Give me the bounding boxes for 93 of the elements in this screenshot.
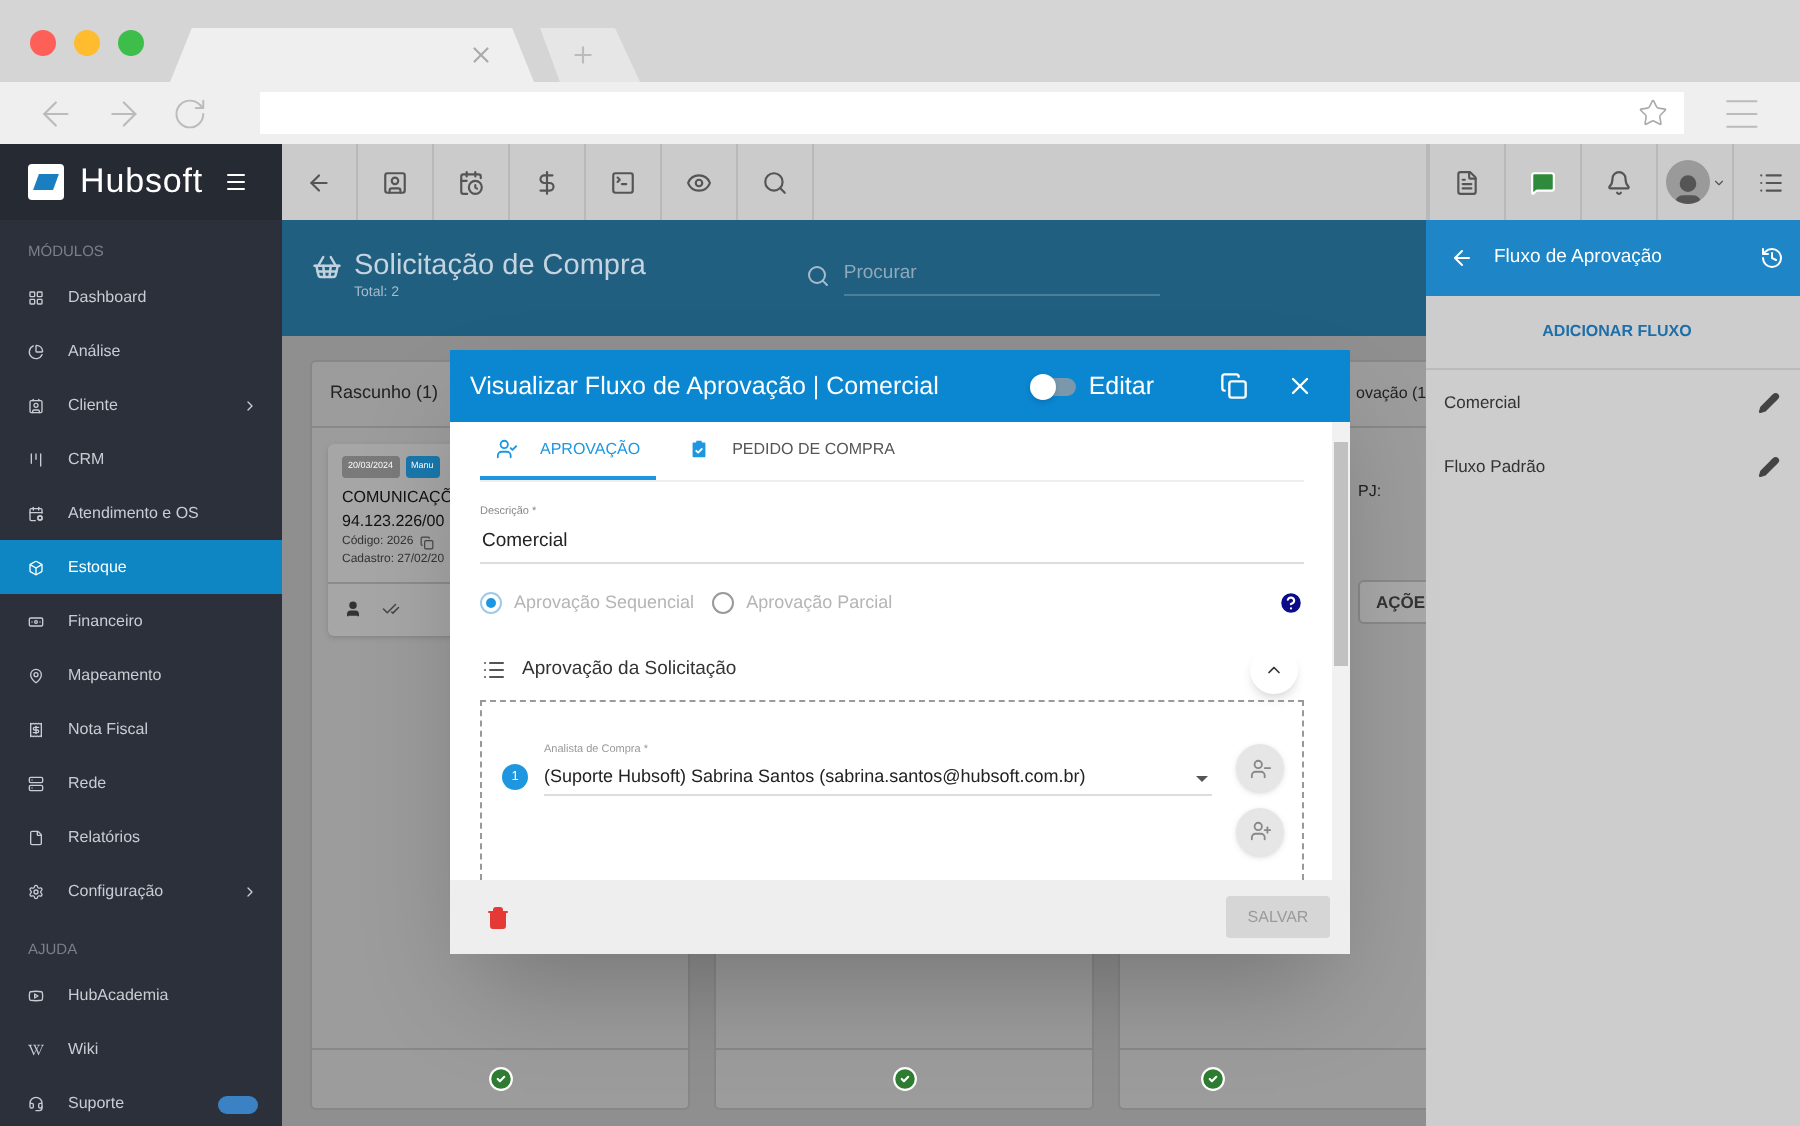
sidebar-item[interactable]: CRM	[0, 432, 282, 487]
check-circle-icon	[891, 1066, 917, 1092]
user-check-icon	[496, 438, 518, 460]
radio-label: Aprovação Parcial	[746, 589, 893, 616]
user-minus-icon	[1249, 757, 1271, 780]
sidebar-item[interactable]: Mapeamento	[0, 648, 282, 703]
contact-card-icon	[28, 397, 44, 414]
sidebar-item[interactable]: Dashboard	[0, 270, 282, 325]
bell-icon	[1606, 169, 1632, 195]
receipt-icon	[28, 721, 44, 738]
user-icon[interactable]	[344, 600, 362, 619]
user-plus-icon	[1249, 820, 1271, 843]
help-icon[interactable]	[1278, 589, 1304, 616]
close-icon[interactable]	[468, 42, 494, 68]
video-icon	[28, 988, 44, 1004]
dollar-icon	[534, 169, 560, 195]
radio-button[interactable]	[480, 591, 502, 614]
sidebar-item[interactable]: Estoque	[0, 540, 282, 595]
sidebar-item[interactable]: Relatórios	[0, 810, 282, 865]
check-circle-icon	[487, 1066, 513, 1092]
page-title: Solicitação de Compra	[354, 248, 646, 284]
clipboard-check-icon	[688, 438, 711, 460]
sidebar-item[interactable]: Financeiro	[0, 594, 282, 649]
section-title: Aprovação da Solicitação	[522, 655, 739, 684]
tab[interactable]: PEDIDO DE COMPRA	[672, 422, 911, 480]
sidebar-item[interactable]: Rede	[0, 756, 282, 811]
logo-text: Hubsoft	[80, 160, 204, 205]
trash-icon[interactable]	[486, 905, 510, 929]
search-icon	[762, 169, 788, 195]
basket-icon	[312, 252, 342, 282]
search-field[interactable]: Procurar	[843, 254, 1160, 297]
flow-item[interactable]: Comercial	[1426, 370, 1800, 434]
radio-label: Aprovação Sequencial	[514, 589, 695, 616]
back-icon[interactable]	[1450, 246, 1474, 270]
sidebar-item[interactable]: Análise	[0, 324, 282, 379]
avatar-icon	[1665, 160, 1709, 204]
buyer-select[interactable]: (Suporte Hubsoft) Sabrina Santos (sabrina.santos@hubsoft.com.br)	[544, 764, 1212, 796]
settings-icon	[28, 883, 44, 900]
copy-icon[interactable]	[419, 535, 434, 550]
description-field[interactable]: Comercial	[480, 528, 1304, 557]
sidebar-item[interactable]: Nota Fiscal	[0, 702, 282, 757]
pencil-icon[interactable]	[1758, 455, 1780, 477]
caret-icon	[1711, 175, 1725, 189]
add-user-button[interactable]	[1236, 807, 1284, 856]
edit-toggle[interactable]	[1034, 377, 1077, 395]
document-icon	[28, 829, 44, 846]
box-icon	[28, 559, 44, 576]
remove-user-button[interactable]	[1236, 744, 1284, 793]
card-title: COMUNICAÇÕ	[342, 485, 454, 510]
plus-icon	[569, 42, 595, 68]
star-icon[interactable]	[1638, 98, 1669, 128]
flow-item[interactable]: Fluxo Padrão	[1426, 434, 1800, 498]
pie-chart-icon	[28, 343, 44, 360]
sidebar-item[interactable]: Suporte	[0, 1077, 282, 1126]
list-icon	[1758, 169, 1784, 195]
pencil-icon[interactable]	[1758, 391, 1780, 413]
sidebar-item[interactable]: Configuração	[0, 864, 282, 919]
server-icon	[28, 775, 44, 792]
eye-icon	[686, 169, 712, 195]
search-icon	[805, 263, 830, 288]
back-icon	[306, 169, 332, 195]
close-icon[interactable]	[1286, 372, 1314, 400]
terminal-icon	[610, 169, 636, 195]
card-document: 94.123.226/00	[342, 509, 445, 534]
scrollbar[interactable]	[1332, 422, 1350, 880]
headset-icon	[28, 1096, 44, 1112]
calendar-icon	[28, 505, 44, 522]
copy-icon[interactable]	[1220, 372, 1248, 400]
panel-title: Fluxo de Aprovação	[1494, 243, 1664, 272]
card-text: PJ:	[1358, 480, 1384, 504]
sidebar-item[interactable]: Atendimento e OS	[0, 486, 282, 541]
grid-icon	[28, 289, 44, 306]
board-icon	[28, 451, 44, 468]
sidebar-item[interactable]: HubAcademia	[0, 969, 282, 1023]
actions-button[interactable]: AÇÕE	[1358, 580, 1426, 624]
wiki-icon	[28, 1042, 44, 1058]
history-icon[interactable]	[1760, 246, 1784, 270]
badge	[218, 1095, 258, 1113]
check-circle-icon	[1200, 1066, 1226, 1092]
dialog-title: Visualizar Fluxo de Aprovação | Comercial	[470, 369, 941, 404]
radio-button[interactable]	[712, 591, 735, 614]
sidebar-item[interactable]: Wiki	[0, 1023, 282, 1077]
sidebar-item[interactable]: Cliente	[0, 378, 282, 433]
calendar-icon	[458, 169, 484, 195]
column-title: Rascunho (1)	[330, 380, 439, 407]
column-title: ovação (1	[1356, 382, 1426, 406]
contact-icon	[382, 169, 408, 195]
map-pin-icon	[28, 667, 44, 684]
banknote-icon	[28, 613, 44, 630]
double-check-icon[interactable]	[382, 600, 400, 619]
toggle-label: Editar	[1088, 369, 1154, 404]
collapse-menu-icon[interactable]	[223, 170, 248, 194]
logo-icon	[28, 164, 64, 200]
